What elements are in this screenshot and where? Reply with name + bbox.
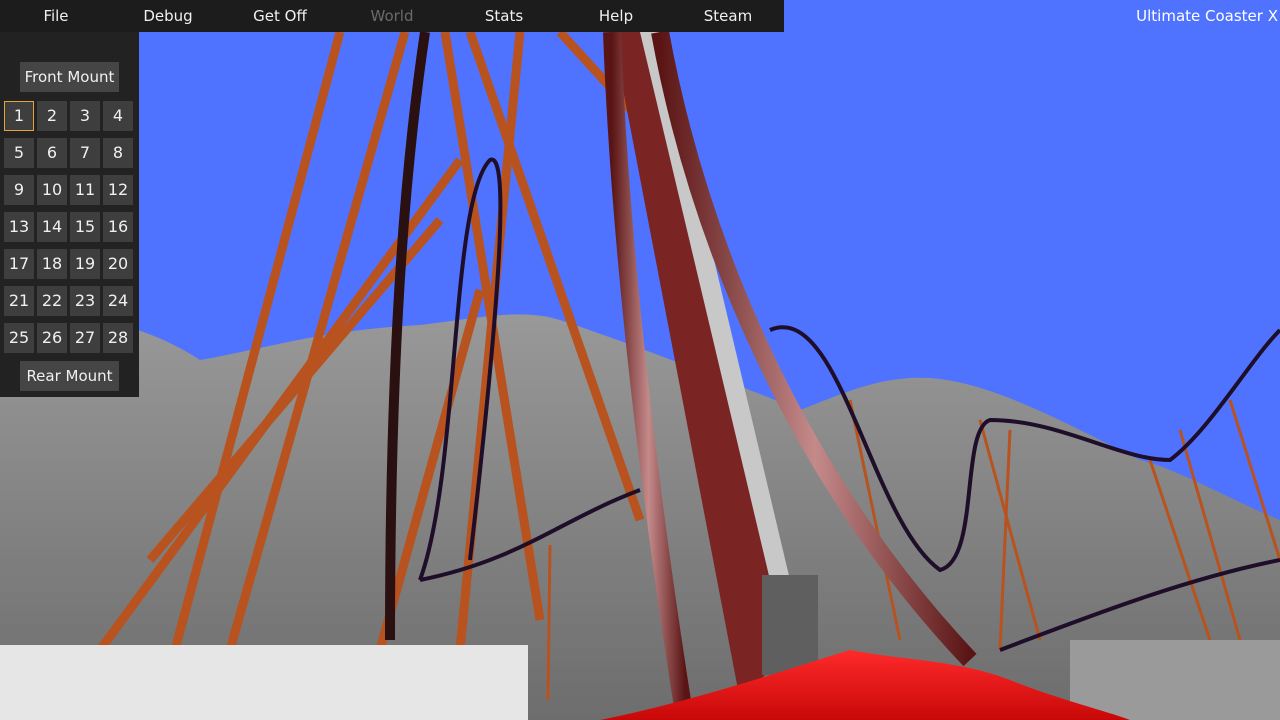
menu-debug[interactable]: Debug <box>112 0 224 32</box>
seat-button[interactable]: 4 <box>103 101 133 131</box>
seat-button[interactable]: 13 <box>4 212 34 242</box>
seat-button[interactable]: 27 <box>70 323 100 353</box>
lift-housing <box>762 575 818 675</box>
menu-file[interactable]: File <box>0 0 112 32</box>
seat-button[interactable]: 25 <box>4 323 34 353</box>
menu-world[interactable]: World <box>336 0 448 32</box>
seat-button[interactable]: 9 <box>4 175 34 205</box>
seat-button[interactable]: 17 <box>4 249 34 279</box>
coaster-scene <box>0 0 1280 720</box>
seat-button[interactable]: 28 <box>103 323 133 353</box>
seat-button[interactable]: 15 <box>70 212 100 242</box>
seat-button[interactable]: 14 <box>37 212 67 242</box>
seat-button[interactable]: 24 <box>103 286 133 316</box>
seat-button[interactable]: 18 <box>37 249 67 279</box>
seat-button[interactable]: 23 <box>70 286 100 316</box>
seat-button[interactable]: 20 <box>103 249 133 279</box>
seat-panel: Front Mount 1 2 3 4 5 6 7 8 9 10 11 12 13 14 15 16 17 18 1… <box>0 32 139 397</box>
station-platform-right <box>1070 640 1280 720</box>
seat-button[interactable]: 19 <box>70 249 100 279</box>
seat-button[interactable]: 21 <box>4 286 34 316</box>
seat-button[interactable]: 22 <box>37 286 67 316</box>
seat-button[interactable]: 16 <box>103 212 133 242</box>
seat-button[interactable]: 8 <box>103 138 133 168</box>
seat-button[interactable]: 1 <box>4 101 34 131</box>
app-title: Ultimate Coaster X <box>1136 7 1278 25</box>
menu-get-off[interactable]: Get Off <box>224 0 336 32</box>
seat-button[interactable]: 11 <box>70 175 100 205</box>
seat-button[interactable]: 26 <box>37 323 67 353</box>
seat-button[interactable]: 3 <box>70 101 100 131</box>
rear-mount-button[interactable]: Rear Mount <box>20 361 119 391</box>
menu-stats[interactable]: Stats <box>448 0 560 32</box>
menu-bar: File Debug Get Off World Stats Help Stea… <box>0 0 784 32</box>
seat-button[interactable]: 6 <box>37 138 67 168</box>
seat-button[interactable]: 12 <box>103 175 133 205</box>
menu-steam[interactable]: Steam <box>672 0 784 32</box>
front-mount-button[interactable]: Front Mount <box>20 62 119 92</box>
seat-button[interactable]: 5 <box>4 138 34 168</box>
station-platform-left <box>0 645 528 720</box>
menu-help[interactable]: Help <box>560 0 672 32</box>
seat-button[interactable]: 10 <box>37 175 67 205</box>
seat-button[interactable]: 7 <box>70 138 100 168</box>
seat-button[interactable]: 2 <box>37 101 67 131</box>
